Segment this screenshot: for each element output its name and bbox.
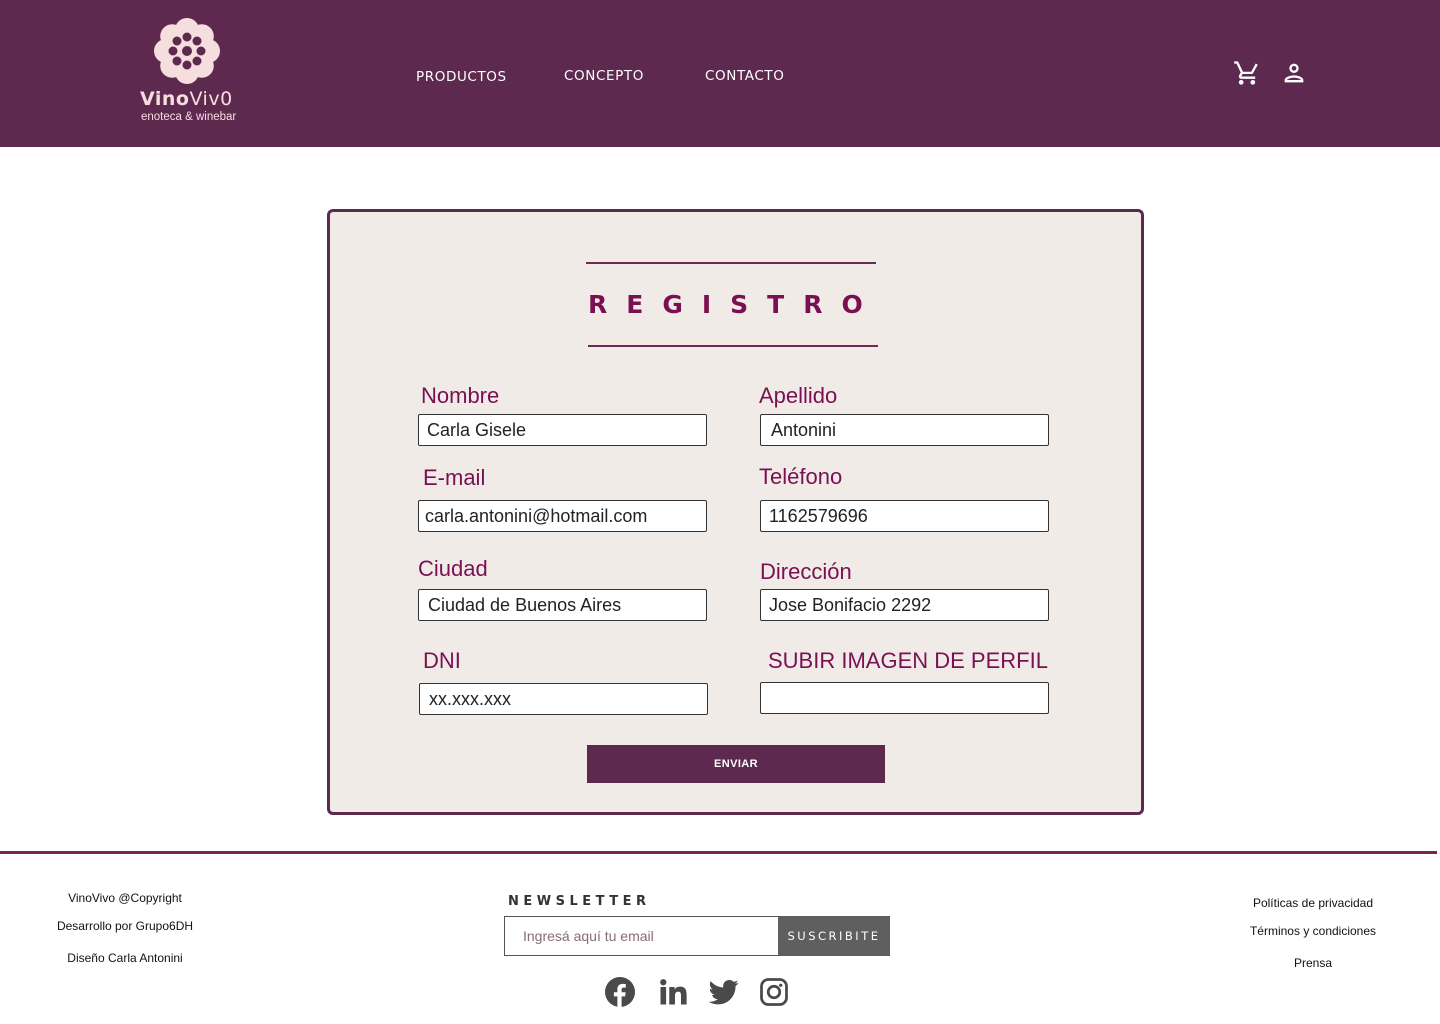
ciudad-label: Ciudad bbox=[418, 556, 488, 581]
telefono-label: Teléfono bbox=[759, 464, 843, 489]
telefono-input[interactable] bbox=[760, 500, 1049, 532]
email-input[interactable] bbox=[418, 500, 707, 532]
page-title: REGISTRO bbox=[588, 290, 882, 319]
email-label: E-mail bbox=[423, 465, 486, 490]
footer-design-credit: Diseño Carla Antonini bbox=[67, 951, 183, 965]
privacy-link[interactable]: Políticas de privacidad bbox=[1228, 896, 1398, 910]
footer-divider bbox=[0, 851, 1437, 854]
user-icon[interactable] bbox=[1280, 59, 1308, 87]
terms-link[interactable]: Términos y condiciones bbox=[1228, 924, 1398, 938]
profile-image-input[interactable] bbox=[760, 682, 1049, 714]
submit-button[interactable]: ENVIAR bbox=[587, 745, 885, 783]
nombre-label: Nombre bbox=[421, 383, 500, 408]
instagram-icon[interactable] bbox=[759, 977, 789, 1007]
cart-icon[interactable] bbox=[1233, 59, 1261, 87]
site-header: VinoViv0 enoteca & winebar PRODUCTOS CON… bbox=[0, 0, 1440, 147]
nombre-input[interactable] bbox=[418, 414, 707, 446]
vine-flower-logo-icon bbox=[154, 18, 220, 84]
brand-tagline: enoteca & winebar bbox=[141, 111, 237, 123]
newsletter-title: NEWSLETTER bbox=[508, 894, 651, 909]
apellido-input[interactable] bbox=[760, 414, 1049, 446]
brand-logo[interactable]: VinoViv0 enoteca & winebar bbox=[140, 16, 240, 126]
linkedin-icon[interactable] bbox=[658, 977, 688, 1007]
twitter-icon[interactable] bbox=[709, 977, 739, 1007]
footer-developer: Desarrollo por Grupo6DH bbox=[56, 919, 194, 933]
registration-card: REGISTRO Nombre Apellido E-mail Teléfono… bbox=[327, 209, 1144, 815]
title-bottom-rule bbox=[588, 345, 878, 347]
imagen-label: SUBIR IMAGEN DE PERFIL bbox=[768, 648, 1048, 673]
brand-name: VinoViv0 bbox=[140, 88, 233, 110]
nav-productos[interactable]: PRODUCTOS bbox=[416, 69, 507, 85]
ciudad-input[interactable] bbox=[418, 589, 707, 621]
facebook-icon[interactable] bbox=[605, 977, 635, 1007]
dni-label: DNI bbox=[423, 648, 461, 673]
newsletter-email-input[interactable] bbox=[504, 916, 780, 956]
subscribe-button[interactable]: SUSCRIBITE bbox=[778, 916, 890, 956]
apellido-label: Apellido bbox=[759, 383, 838, 408]
nav-concepto[interactable]: CONCEPTO bbox=[564, 68, 644, 84]
nav-contacto[interactable]: CONTACTO bbox=[705, 68, 784, 84]
press-link[interactable]: Prensa bbox=[1228, 956, 1398, 970]
direccion-input[interactable] bbox=[760, 589, 1049, 621]
dni-input[interactable] bbox=[419, 683, 708, 715]
direccion-label: Dirección bbox=[760, 559, 852, 584]
footer-copyright: VinoVivo @Copyright bbox=[68, 891, 182, 905]
title-top-rule bbox=[586, 262, 876, 264]
